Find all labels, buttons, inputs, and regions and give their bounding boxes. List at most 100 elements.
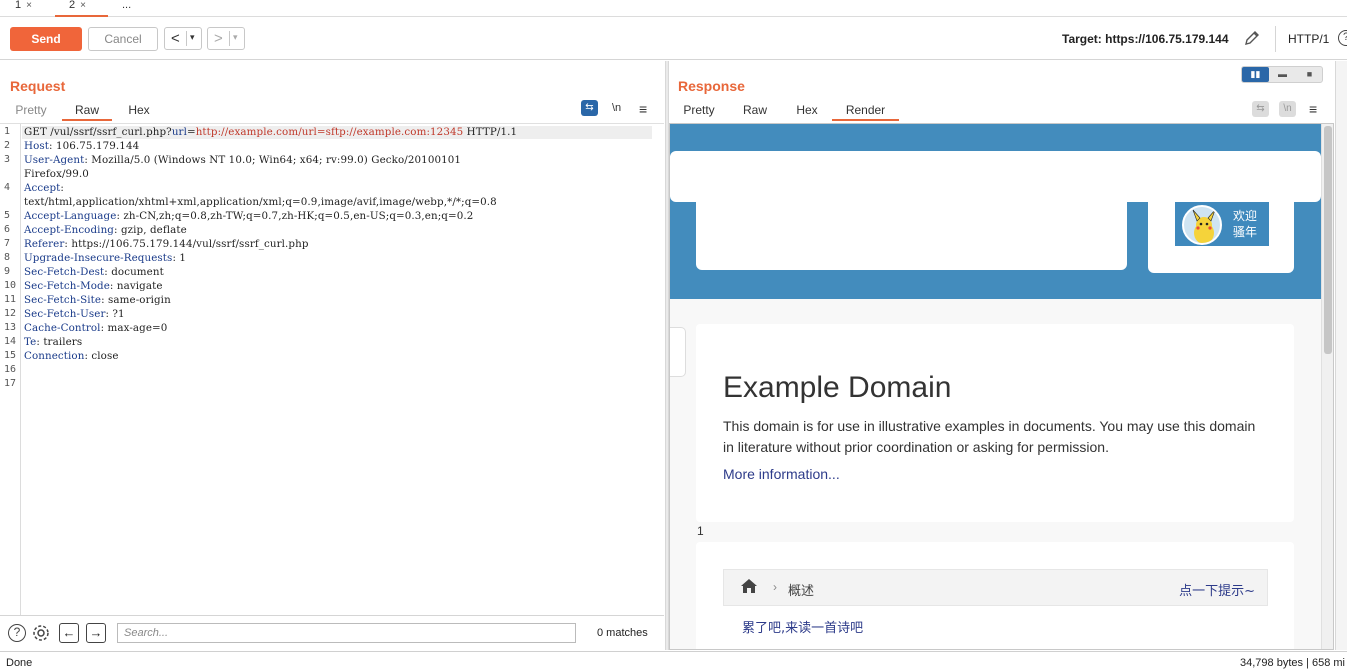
code-line[interactable]: Upgrade-Insecure-Requests: 1 bbox=[24, 252, 186, 264]
page-paragraph: This domain is for use in illustrative e… bbox=[723, 418, 1256, 455]
menu-icon[interactable]: ≡ bbox=[639, 101, 647, 117]
breadcrumb: › 概述 点一下提示~ bbox=[723, 569, 1268, 606]
search-input[interactable]: Search... bbox=[117, 623, 576, 643]
line-number: 13 bbox=[4, 322, 17, 333]
code-line[interactable]: GET /vul/ssrf/ssrf_curl.php?url=http://e… bbox=[24, 126, 517, 138]
code-line[interactable]: Host: 106.75.179.144 bbox=[24, 140, 139, 152]
code-line[interactable]: Accept: bbox=[24, 182, 64, 194]
response-tab-pretty[interactable]: Pretty bbox=[678, 101, 720, 121]
hint-link[interactable]: 点一下提示~ bbox=[1179, 580, 1255, 599]
help-icon[interactable]: ? bbox=[1338, 30, 1347, 46]
request-tab-raw[interactable]: Raw bbox=[62, 101, 112, 121]
layout-toggle: ▮▮ ▬ ■ bbox=[1241, 66, 1323, 83]
user-panel[interactable]: 欢迎 骚年 bbox=[1175, 202, 1269, 246]
tab-2[interactable]: 2 × bbox=[55, 0, 108, 17]
code-text: = bbox=[186, 126, 196, 138]
code-line[interactable]: Te: trailers bbox=[24, 336, 82, 348]
newline-icon: \n bbox=[1279, 101, 1296, 117]
response-tab-hex[interactable]: Hex bbox=[790, 101, 824, 121]
line-number: 15 bbox=[4, 350, 17, 361]
code-line[interactable]: Referer: https://106.75.179.144/vul/ssrf… bbox=[24, 238, 309, 250]
newline-icon[interactable]: \n bbox=[612, 102, 621, 114]
chevron-down-icon[interactable]: ▾ bbox=[190, 32, 195, 43]
code-line[interactable]: Sec-Fetch-Dest: document bbox=[24, 266, 164, 278]
search-forward-button[interactable]: → bbox=[86, 623, 106, 643]
rendered-response[interactable]: 欢迎 骚年 Example Domain This domain is for … bbox=[669, 123, 1334, 650]
code-line[interactable]: Accept-Encoding: gzip, deflate bbox=[24, 224, 187, 236]
menu-icon[interactable]: ≡ bbox=[1309, 101, 1317, 117]
status-text: Done bbox=[6, 657, 33, 669]
code-line[interactable]: Connection: close bbox=[24, 350, 119, 362]
word-wrap-icon[interactable]: ⇆ bbox=[581, 100, 598, 116]
code-line[interactable]: Cache-Control: max-age=0 bbox=[24, 322, 167, 334]
close-icon[interactable]: × bbox=[80, 0, 86, 11]
code-text: HTTP/1.1 bbox=[463, 126, 518, 138]
previous-button[interactable]: < ▾ bbox=[164, 27, 202, 50]
code-text: : zh-CN,zh;q=0.8,zh-TW;q=0.7,zh-HK;q=0.5… bbox=[116, 210, 474, 222]
line-number: 16 bbox=[4, 364, 17, 375]
code-line[interactable]: Sec-Fetch-User: ?1 bbox=[24, 308, 125, 320]
code-line[interactable]: text/html,application/xhtml+xml,applicat… bbox=[24, 196, 497, 208]
line-number: 10 bbox=[4, 280, 17, 291]
cancel-button[interactable]: Cancel bbox=[88, 27, 158, 51]
line-number: 5 bbox=[4, 210, 11, 221]
next-button[interactable]: > ▾ bbox=[207, 27, 245, 50]
request-footer: ? ← → Search... 0 matches bbox=[0, 615, 664, 649]
request-tab-hex[interactable]: Hex bbox=[118, 101, 160, 121]
line-number: 1 bbox=[4, 126, 11, 137]
response-tab-raw[interactable]: Raw bbox=[738, 101, 772, 121]
welcome-text: 欢迎 骚年 bbox=[1233, 208, 1257, 240]
divider bbox=[186, 31, 187, 46]
line-number: 11 bbox=[4, 294, 17, 305]
request-title: Request bbox=[10, 78, 66, 94]
header-name: Cache-Control bbox=[24, 322, 101, 334]
http-version[interactable]: HTTP/1 bbox=[1288, 32, 1329, 46]
header-name: Sec-Fetch-User bbox=[24, 308, 106, 320]
tab-bar: 1 × 2 × ... bbox=[0, 0, 1347, 17]
header-name: Accept bbox=[24, 182, 61, 194]
line-number: 3 bbox=[4, 154, 11, 165]
request-tab-pretty[interactable]: Pretty bbox=[10, 101, 52, 121]
close-icon[interactable]: × bbox=[26, 0, 32, 11]
poem-link[interactable]: 累了吧,来读一首诗吧 bbox=[742, 617, 863, 636]
page-heading: Example Domain bbox=[723, 371, 952, 404]
pencil-icon[interactable] bbox=[1243, 29, 1261, 52]
divider bbox=[229, 31, 230, 46]
line-number: 12 bbox=[4, 308, 17, 319]
code-text: : bbox=[60, 182, 64, 194]
status-bar: Done 34,798 bytes | 658 mi bbox=[0, 651, 1347, 672]
response-tab-render[interactable]: Render bbox=[832, 101, 899, 121]
chevron-left-icon: < bbox=[171, 30, 180, 47]
stacked-icon[interactable]: ▬ bbox=[1269, 67, 1296, 82]
side-panel-strip[interactable] bbox=[1335, 61, 1347, 650]
chevron-down-icon[interactable]: ▾ bbox=[233, 32, 238, 43]
scrollbar-thumb[interactable] bbox=[1324, 126, 1332, 354]
code-line[interactable]: Sec-Fetch-Mode: navigate bbox=[24, 280, 163, 292]
header-name: User-Agent bbox=[24, 154, 85, 166]
request-editor[interactable]: 1 2 3 4 5 6 7 8 9 10 11 12 13 14 15 16 17 GET /vul/ssrf/… bbox=[0, 123, 664, 616]
vertical-scrollbar[interactable] bbox=[1321, 124, 1333, 649]
code-line[interactable]: Firefox/99.0 bbox=[24, 168, 89, 180]
code-line[interactable]: Accept-Language: zh-CN,zh;q=0.8,zh-TW;q=… bbox=[24, 210, 473, 222]
code-text: : 1 bbox=[172, 252, 187, 264]
side-by-side-icon[interactable]: ▮▮ bbox=[1242, 67, 1269, 82]
search-back-button[interactable]: ← bbox=[59, 623, 79, 643]
line-number: 17 bbox=[4, 378, 17, 389]
single-pane-icon[interactable]: ■ bbox=[1296, 67, 1323, 82]
tab-more[interactable]: ... bbox=[122, 0, 142, 17]
code-line[interactable]: User-Agent: Mozilla/5.0 (Windows NT 10.0… bbox=[24, 154, 461, 166]
gear-icon[interactable] bbox=[31, 623, 51, 646]
header-name: Host bbox=[24, 140, 50, 152]
code-text: : close bbox=[84, 350, 119, 362]
header-name: Sec-Fetch-Dest bbox=[24, 266, 105, 278]
home-icon[interactable] bbox=[740, 578, 758, 594]
header-name: Referer bbox=[24, 238, 65, 250]
send-button[interactable]: Send bbox=[10, 27, 82, 51]
sidebar-toggle[interactable] bbox=[670, 327, 686, 377]
code-line[interactable]: Sec-Fetch-Site: same-origin bbox=[24, 294, 171, 306]
tab-1[interactable]: 1 × bbox=[15, 0, 53, 17]
breadcrumb-item[interactable]: 概述 bbox=[788, 580, 814, 599]
more-info-link[interactable]: More information... bbox=[723, 466, 840, 482]
header-name: Sec-Fetch-Mode bbox=[24, 280, 110, 292]
help-icon[interactable]: ? bbox=[8, 624, 26, 642]
